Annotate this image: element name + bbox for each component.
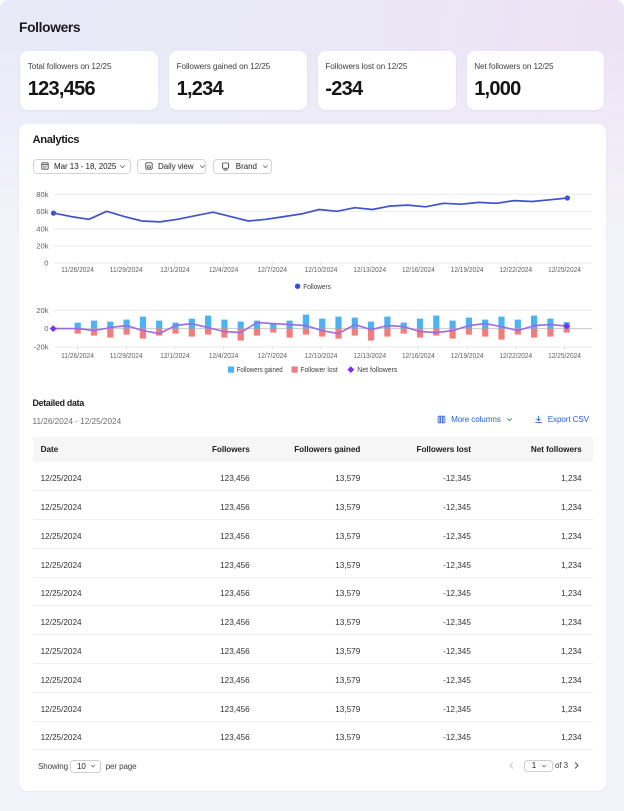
svg-text:Followers: Followers xyxy=(303,282,331,291)
svg-text:12/10/2024: 12/10/2024 xyxy=(305,265,338,274)
svg-text:0: 0 xyxy=(44,259,48,268)
svg-text:20k: 20k xyxy=(36,242,48,251)
svg-text:12/13/2024: 12/13/2024 xyxy=(353,265,386,274)
svg-text:11/29/2024: 11/29/2024 xyxy=(110,351,143,360)
svg-text:11/26/2024: 11/26/2024 xyxy=(61,351,94,360)
svg-text:12/25/2024: 12/25/2024 xyxy=(548,265,581,274)
svg-text:11/26/2024: 11/26/2024 xyxy=(61,265,94,274)
svg-text:40k: 40k xyxy=(36,224,48,233)
svg-text:12/4/2024: 12/4/2024 xyxy=(209,265,239,274)
svg-text:12/1/2024: 12/1/2024 xyxy=(160,351,190,360)
svg-text:12/13/2024: 12/13/2024 xyxy=(353,351,386,360)
svg-text:0: 0 xyxy=(44,324,48,333)
svg-text:12/4/2024: 12/4/2024 xyxy=(209,351,239,360)
svg-text:Follower lost: Follower lost xyxy=(300,365,338,374)
svg-text:20k: 20k xyxy=(36,306,48,315)
svg-text:Net followers: Net followers xyxy=(357,365,397,374)
svg-text:12/7/2024: 12/7/2024 xyxy=(258,265,288,274)
svg-text:-20k: -20k xyxy=(34,343,49,352)
svg-text:12/22/2024: 12/22/2024 xyxy=(499,351,532,360)
svg-text:12/25/2024: 12/25/2024 xyxy=(548,351,581,360)
svg-text:11/29/2024: 11/29/2024 xyxy=(110,265,143,274)
svg-text:80k: 80k xyxy=(36,190,48,199)
svg-text:60k: 60k xyxy=(36,207,48,216)
svg-text:12/1/2024: 12/1/2024 xyxy=(160,265,190,274)
svg-text:12/7/2024: 12/7/2024 xyxy=(258,351,288,360)
svg-text:12/19/2024: 12/19/2024 xyxy=(451,265,484,274)
svg-text:12/16/2024: 12/16/2024 xyxy=(402,351,435,360)
svg-text:12/22/2024: 12/22/2024 xyxy=(499,265,532,274)
svg-text:12/16/2024: 12/16/2024 xyxy=(402,265,435,274)
svg-text:Followers gained: Followers gained xyxy=(237,365,283,374)
svg-text:12/19/2024: 12/19/2024 xyxy=(451,351,484,360)
svg-text:12/10/2024: 12/10/2024 xyxy=(305,351,338,360)
